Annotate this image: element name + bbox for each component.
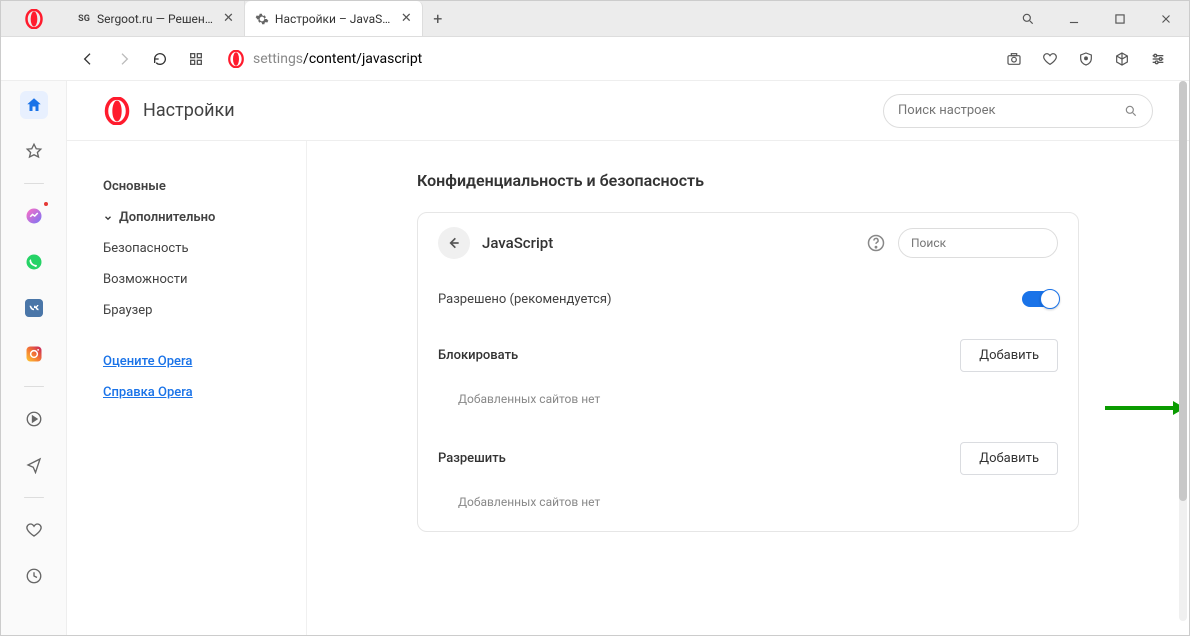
nav-advanced[interactable]: Дополнительно — [103, 202, 306, 233]
tab-strip: SG Sergoot.ru — Решение ва… ✕ Настройки … — [67, 1, 1005, 36]
address-bar[interactable]: settings/content/javascript — [217, 50, 993, 68]
scrollbar-thumb[interactable] — [1179, 81, 1187, 501]
close-icon[interactable]: ✕ — [401, 11, 412, 26]
allow-section-label: Разрешить — [438, 451, 506, 466]
javascript-card: JavaScript Разрешено (рекомендуется) — [417, 212, 1079, 532]
tab-sergoot[interactable]: SG Sergoot.ru — Решение ва… ✕ — [67, 1, 245, 36]
nav-features[interactable]: Возможности — [103, 264, 306, 295]
close-icon[interactable]: ✕ — [223, 11, 234, 26]
reload-button[interactable] — [145, 44, 175, 74]
add-block-button[interactable]: Добавить — [960, 339, 1058, 372]
search-icon[interactable] — [1005, 1, 1051, 37]
scrollbar[interactable] — [1179, 81, 1187, 621]
settings-nav: Основные Дополнительно Безопасность Возм… — [67, 141, 307, 635]
vk-icon[interactable] — [20, 294, 48, 322]
tab-title-2: Настройки – JavaScript — [275, 12, 395, 26]
back-arrow-button[interactable] — [438, 227, 470, 259]
block-section-label: Блокировать — [438, 348, 518, 363]
annotation-arrow — [1103, 399, 1185, 421]
workspace-sidebar — [1, 81, 67, 635]
history-icon[interactable] — [20, 562, 48, 590]
opera-icon — [227, 50, 245, 68]
easy-setup-icon[interactable] — [1143, 44, 1173, 74]
opera-icon — [103, 97, 131, 125]
javascript-toggle[interactable] — [1022, 291, 1058, 307]
nav-help-opera[interactable]: Справка Opera — [103, 377, 306, 408]
add-allow-button[interactable]: Добавить — [960, 442, 1058, 475]
maximize-button[interactable] — [1097, 1, 1143, 37]
search-icon — [1124, 104, 1138, 118]
block-empty-text: Добавленных сайтов нет — [418, 382, 1078, 428]
card-title: JavaScript — [482, 234, 854, 252]
help-icon[interactable] — [866, 233, 886, 253]
tab-title-1: Sergoot.ru — Решение ва… — [97, 12, 217, 26]
chevron-down-icon — [103, 213, 113, 223]
favicon-sg: SG — [77, 12, 91, 26]
toolbar: settings/content/javascript — [1, 37, 1189, 81]
settings-search-input[interactable] — [898, 103, 1124, 118]
whatsapp-icon[interactable] — [20, 248, 48, 276]
messenger-icon[interactable] — [20, 202, 48, 230]
nav-security[interactable]: Безопасность — [103, 233, 306, 264]
opera-menu-button[interactable] — [1, 9, 67, 29]
window-controls — [1005, 1, 1189, 37]
heart-sidebar-icon[interactable] — [20, 516, 48, 544]
minimize-button[interactable] — [1051, 1, 1097, 37]
page-title: Настройки — [143, 100, 235, 121]
heart-icon[interactable] — [1035, 44, 1065, 74]
allowed-label: Разрешено (рекомендуется) — [438, 292, 611, 307]
panel-search[interactable] — [898, 228, 1058, 258]
panel-search-input[interactable] — [911, 236, 1067, 250]
speed-dial-button[interactable] — [181, 44, 211, 74]
player-icon[interactable] — [20, 405, 48, 433]
nav-rate-opera[interactable]: Оцените Opera — [103, 346, 306, 377]
back-button[interactable] — [73, 44, 103, 74]
bookmark-icon[interactable] — [20, 137, 48, 165]
address-text: settings/content/javascript — [253, 51, 422, 67]
nav-browser[interactable]: Браузер — [103, 295, 306, 326]
snapshot-icon[interactable] — [999, 44, 1029, 74]
section-heading: Конфиденциальность и безопасность — [417, 171, 1079, 190]
new-tab-button[interactable]: + — [423, 1, 453, 36]
nav-main[interactable]: Основные — [103, 171, 306, 202]
home-icon[interactable] — [20, 91, 48, 119]
shield-icon[interactable] — [1071, 44, 1101, 74]
cube-icon[interactable] — [1107, 44, 1137, 74]
settings-header: Настройки — [67, 81, 1189, 141]
send-icon[interactable] — [20, 451, 48, 479]
forward-button[interactable] — [109, 44, 139, 74]
tab-settings[interactable]: Настройки – JavaScript ✕ — [245, 1, 423, 36]
gear-icon — [255, 12, 269, 26]
settings-search[interactable] — [883, 94, 1153, 128]
allow-empty-text: Добавленных сайтов нет — [418, 485, 1078, 531]
close-button[interactable] — [1143, 1, 1189, 37]
main-panel: Конфиденциальность и безопасность JavaSc… — [307, 141, 1189, 635]
titlebar: SG Sergoot.ru — Решение ва… ✕ Настройки … — [1, 1, 1189, 37]
instagram-icon[interactable] — [20, 340, 48, 368]
